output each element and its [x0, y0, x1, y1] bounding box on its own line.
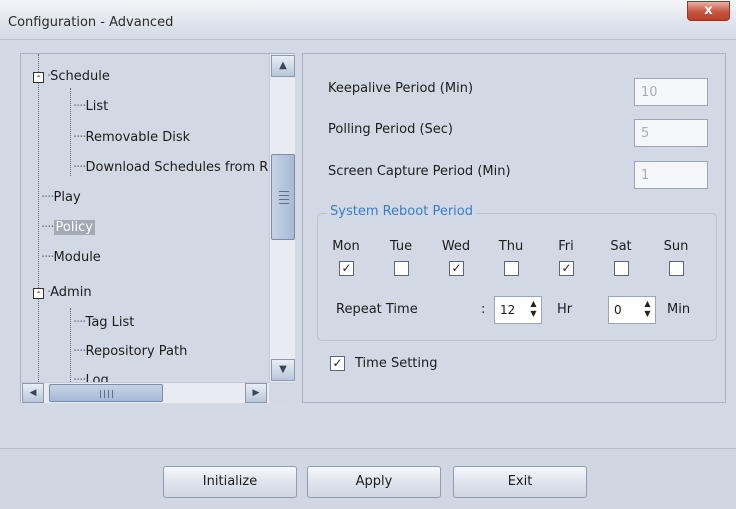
- title-bar[interactable]: Configuration - Advanced x: [0, 0, 736, 40]
- checkbox-mon[interactable]: ✓: [339, 261, 354, 276]
- checkbox-sat[interactable]: [614, 261, 629, 276]
- tree-item-log[interactable]: ····Log: [73, 373, 109, 382]
- config-window: Configuration - Advanced x - ·Schedule ·…: [0, 0, 736, 509]
- grip-line: [104, 390, 105, 398]
- day-label-fri: Fri: [558, 239, 574, 254]
- horizontal-scroll-thumb[interactable]: [49, 384, 163, 402]
- navigation-tree: - ·Schedule ····List ····Removable Disk …: [21, 54, 269, 382]
- initialize-button[interactable]: Initialize: [163, 466, 297, 498]
- day-label-thu: Thu: [498, 239, 524, 254]
- tree-vertical-scrollbar[interactable]: ▲ ▼: [269, 54, 295, 382]
- tree-item-play[interactable]: ····Play: [41, 190, 81, 205]
- apply-button[interactable]: Apply: [307, 466, 441, 498]
- hour-unit: Hr: [557, 302, 573, 317]
- polling-label: Polling Period (Sec): [328, 122, 453, 137]
- scroll-down-button[interactable]: ▼: [271, 359, 295, 381]
- checkbox-sun[interactable]: [669, 261, 684, 276]
- arrow-left-icon: ◀: [29, 388, 37, 398]
- tree-item-schedule[interactable]: ·Schedule: [47, 69, 110, 84]
- arrow-down-icon: ▼: [279, 364, 287, 375]
- collapse-admin-icon[interactable]: -: [33, 288, 44, 299]
- collapse-schedule-icon[interactable]: -: [33, 72, 44, 83]
- tree-connector: [70, 308, 71, 382]
- tree-connector: [70, 88, 71, 176]
- arrow-up-icon: ▲: [279, 60, 287, 71]
- scrollbar-corner: [269, 382, 295, 403]
- spin-arrows-icon[interactable]: ▲ ▼: [643, 299, 652, 319]
- minute-spinner[interactable]: 0 ▲ ▼: [608, 296, 656, 324]
- navigation-tree-panel: - ·Schedule ····List ····Removable Disk …: [20, 53, 295, 403]
- tree-item-download-schedules[interactable]: ····Download Schedules from R: [73, 160, 268, 175]
- day-label-sun: Sun: [663, 239, 689, 254]
- hour-value: 12: [500, 303, 516, 317]
- tree-horizontal-scrollbar[interactable]: ◀ ▶: [21, 382, 269, 403]
- tree-item-policy[interactable]: ···· Policy: [41, 220, 95, 235]
- policy-settings-panel: Keepalive Period (Min) 10 Polling Period…: [302, 53, 726, 403]
- close-icon: x: [704, 3, 713, 18]
- keepalive-label: Keepalive Period (Min): [328, 81, 474, 96]
- grip-line: [279, 191, 289, 192]
- grip-line: [108, 390, 109, 398]
- day-label-tue: Tue: [389, 239, 413, 254]
- vertical-scroll-thumb[interactable]: [271, 154, 295, 240]
- screen-capture-label: Screen Capture Period (Min): [328, 164, 511, 179]
- exit-button[interactable]: Exit: [453, 466, 587, 498]
- day-label-wed: Wed: [441, 239, 471, 254]
- scroll-right-button[interactable]: ▶: [245, 383, 267, 403]
- time-setting-label[interactable]: Time Setting: [355, 356, 438, 371]
- day-label-sat: Sat: [610, 239, 632, 254]
- tree-item-module[interactable]: ····Module: [41, 250, 101, 265]
- grip-line: [112, 390, 113, 398]
- screen-capture-field[interactable]: 1: [634, 161, 708, 189]
- checkbox-tue[interactable]: [394, 261, 409, 276]
- checkbox-fri[interactable]: ✓: [559, 261, 574, 276]
- spin-arrows-icon[interactable]: ▲ ▼: [529, 299, 538, 319]
- checkbox-thu[interactable]: [504, 261, 519, 276]
- keepalive-field[interactable]: 10: [634, 78, 708, 106]
- checkbox-wed[interactable]: ✓: [449, 261, 464, 276]
- grip-line: [279, 199, 289, 200]
- tree-item-tag-list[interactable]: ····Tag List: [73, 315, 134, 330]
- tree-item-admin[interactable]: ·Admin: [47, 285, 92, 300]
- arrow-right-icon: ▶: [252, 388, 260, 398]
- minute-value: 0: [614, 303, 622, 317]
- scroll-left-button[interactable]: ◀: [22, 383, 44, 403]
- grip-line: [279, 195, 289, 196]
- tree-item-removable-disk[interactable]: ····Removable Disk: [73, 130, 190, 145]
- polling-field[interactable]: 5: [634, 119, 708, 147]
- grip-line: [100, 390, 101, 398]
- repeat-time-colon: :: [481, 302, 486, 317]
- hour-spinner[interactable]: 12 ▲ ▼: [494, 296, 542, 324]
- grip-line: [279, 203, 289, 204]
- minute-unit: Min: [667, 302, 691, 317]
- tree-item-list[interactable]: ····List: [73, 99, 108, 114]
- scroll-up-button[interactable]: ▲: [271, 55, 295, 77]
- system-reboot-title: System Reboot Period: [327, 204, 476, 219]
- tree-connector: [38, 54, 39, 382]
- tree-item-repository-path[interactable]: ····Repository Path: [73, 344, 187, 359]
- repeat-time-label: Repeat Time: [336, 302, 418, 317]
- window-title: Configuration - Advanced: [8, 15, 174, 30]
- close-button[interactable]: x: [687, 1, 730, 21]
- day-label-mon: Mon: [332, 239, 360, 254]
- checkbox-time-setting[interactable]: ✓: [330, 356, 345, 371]
